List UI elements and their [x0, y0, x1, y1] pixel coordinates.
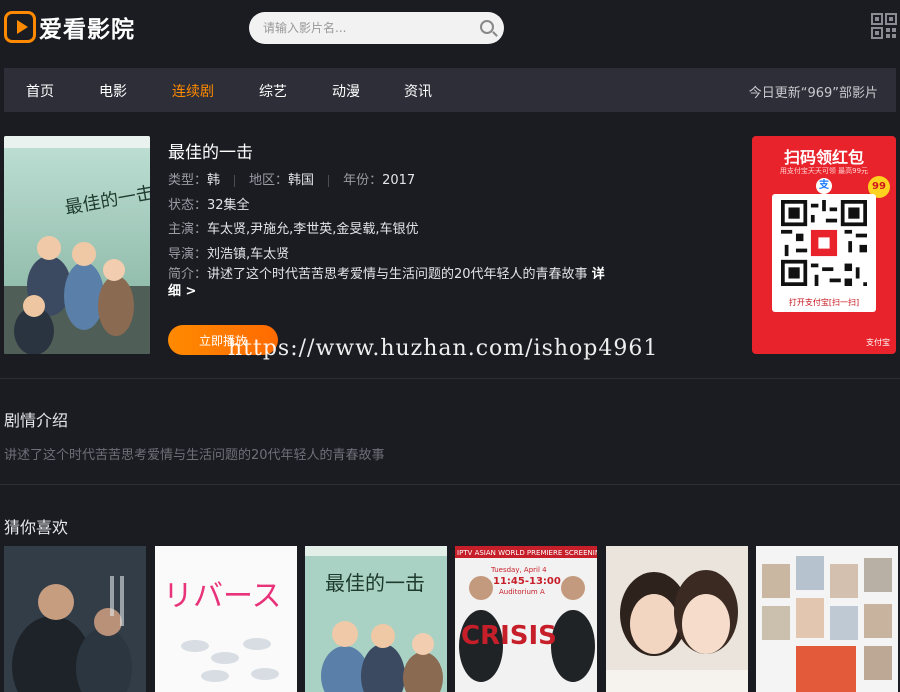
ad-subtitle: 用支付宝天天可领 最高99元	[779, 167, 869, 175]
cast-label: 主演：	[168, 222, 208, 237]
meta-row-intro: 简介：讲述了这个时代苦苦思考爱情与生活问题的20代年轻人的青春故事 详细 >	[168, 266, 608, 300]
ad-qr-card: 打开支付宝[扫一扫]	[772, 194, 876, 312]
director-value: 刘浩镇,车太贤	[207, 247, 290, 262]
type-value: 韩	[207, 173, 221, 188]
intro-value: 讲述了这个时代苦苦思考爱情与生活问题的20代年轻人的青春故事	[207, 267, 588, 282]
plot-section-title: 剧情介绍	[4, 411, 69, 430]
intro-label: 简介：	[168, 267, 208, 282]
recommend-item[interactable]	[606, 546, 748, 692]
crisis-venue: Auditorium A	[499, 588, 545, 596]
site-header: 爱看影院	[0, 0, 900, 56]
poster-title-text: 最佳的一击	[325, 571, 425, 595]
recommend-item[interactable]	[4, 546, 146, 692]
meta-divider	[328, 174, 330, 187]
ad-scan-label: 打开支付宝[扫一扫]	[788, 298, 860, 307]
region-label: 地区：	[249, 173, 289, 188]
nav-item-movie[interactable]: 电影	[99, 81, 127, 101]
cast-value: 车太贤,尹施允,李世英,金旻载,车银优	[207, 222, 419, 237]
search-box	[249, 12, 504, 44]
recommend-item[interactable]	[756, 546, 898, 692]
alipay-redpacket-ad[interactable]: 扫码领红包 用支付宝天天可领 最高99元 支 99 打开支付宝[扫一扫] 支付宝	[752, 136, 896, 354]
meta-divider	[234, 174, 236, 187]
section-divider	[0, 484, 900, 485]
movie-poster[interactable]: 最佳的一击	[4, 136, 150, 354]
search-input[interactable]	[263, 19, 463, 37]
nav-item-anime[interactable]: 动漫	[332, 81, 360, 101]
recommend-item[interactable]: リバース	[155, 546, 297, 692]
status-value: 32集全	[207, 198, 250, 213]
site-logo[interactable]: 爱看影院	[4, 10, 135, 44]
qr-code-image	[781, 200, 867, 286]
director-label: 导演：	[168, 247, 208, 262]
main-nav: 首页 电影 连续剧 综艺 动漫 资讯 今日更新“969”部影片	[4, 68, 896, 112]
daily-update-count: 今日更新“969”部影片	[748, 86, 878, 101]
plot-text: 讲述了这个时代苦苦思考爱情与生活问题的20代年轻人的青春故事	[4, 448, 385, 463]
year-value: 2017	[382, 173, 416, 188]
crisis-time: 11:45-13:00	[493, 576, 561, 587]
nav-item-news[interactable]: 资讯	[404, 81, 432, 101]
qr-code-icon[interactable]	[871, 13, 897, 39]
recommend-item[interactable]: 最佳的一击	[305, 546, 447, 692]
recommend-section-title: 猜你喜欢	[4, 518, 69, 537]
poster-title-text: CRISIS	[461, 621, 557, 651]
status-label: 状态：	[168, 198, 208, 213]
meta-row-basic: 类型：韩 地区：韩国 年份：2017	[168, 169, 415, 188]
movie-title: 最佳的一击	[168, 143, 253, 163]
crisis-date: Tuesday, April 4	[490, 566, 547, 574]
recommend-item[interactable]: IPTV ASIAN WORLD PREMIERE SCREENIN Tuesd…	[455, 546, 597, 692]
watermark-url: https://www.huzhan.com/ishop4961	[228, 336, 659, 361]
year-label: 年份：	[343, 173, 383, 188]
alipay-brand: 支付宝	[866, 338, 890, 347]
meta-row-director: 导演：刘浩镇,车太贤	[168, 243, 289, 262]
logo-play-icon	[4, 11, 36, 43]
meta-row-status: 状态：32集全	[168, 194, 250, 213]
nav-item-home[interactable]: 首页	[26, 81, 54, 101]
section-divider	[0, 378, 900, 379]
crisis-banner: IPTV ASIAN WORLD PREMIERE SCREENIN	[457, 549, 597, 557]
nav-item-series[interactable]: 连续剧	[172, 81, 214, 101]
poster-title-text: リバース	[163, 579, 282, 614]
meta-row-cast: 主演：车太贤,尹施允,李世英,金旻载,车银优	[168, 218, 419, 237]
ad-title: 扫码领红包	[783, 148, 864, 167]
type-label: 类型：	[168, 173, 208, 188]
region-value: 韩国	[288, 173, 315, 188]
alipay-icon: 支	[816, 178, 832, 194]
logo-text: 爱看影院	[39, 17, 135, 43]
search-icon[interactable]	[480, 20, 494, 34]
nav-item-variety[interactable]: 综艺	[259, 81, 287, 101]
